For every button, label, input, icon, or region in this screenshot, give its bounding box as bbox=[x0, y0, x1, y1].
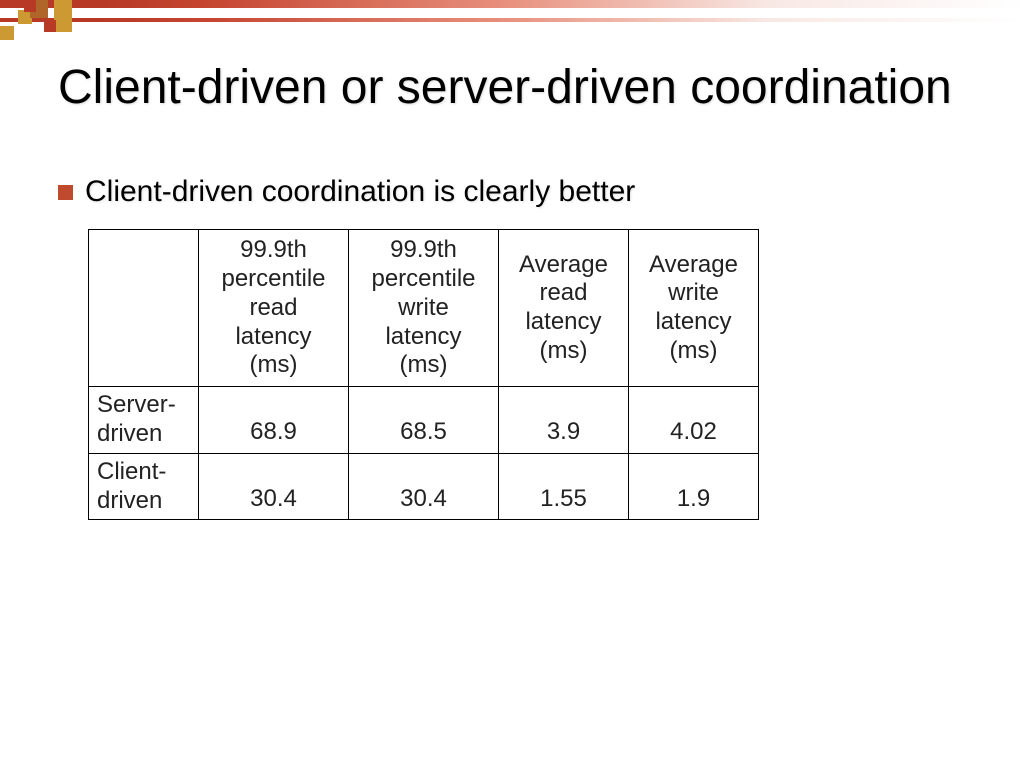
slide-title: Client-driven or server-driven coordinat… bbox=[58, 60, 984, 115]
slide-content: Client-driven or server-driven coordinat… bbox=[58, 60, 984, 520]
table-header-cell: 99.9th percentile read latency (ms) bbox=[199, 230, 349, 387]
table-cell: 30.4 bbox=[199, 453, 349, 520]
bullet-item: Client-driven coordination is clearly be… bbox=[58, 175, 984, 209]
latency-table: 99.9th percentile read latency (ms) 99.9… bbox=[88, 229, 759, 520]
bullet-text: Client-driven coordination is clearly be… bbox=[85, 175, 635, 209]
table-header-cell bbox=[89, 230, 199, 387]
square-icon bbox=[54, 0, 72, 32]
decorative-squares bbox=[0, 0, 90, 45]
table-cell: 1.9 bbox=[629, 453, 759, 520]
latency-table-wrap: 99.9th percentile read latency (ms) 99.9… bbox=[88, 229, 984, 520]
table-header-row: 99.9th percentile read latency (ms) 99.9… bbox=[89, 230, 759, 387]
table-header-cell: Average read latency (ms) bbox=[499, 230, 629, 387]
table-cell: 68.5 bbox=[349, 387, 499, 454]
bullet-square-icon bbox=[58, 185, 73, 200]
table-cell: 1.55 bbox=[499, 453, 629, 520]
square-icon bbox=[24, 0, 36, 12]
table-row: Client-driven 30.4 30.4 1.55 1.9 bbox=[89, 453, 759, 520]
table-cell: 4.02 bbox=[629, 387, 759, 454]
table-cell: 3.9 bbox=[499, 387, 629, 454]
table-row: Server-driven 68.9 68.5 3.9 4.02 bbox=[89, 387, 759, 454]
table-row-label: Client-driven bbox=[89, 453, 199, 520]
square-icon bbox=[0, 26, 14, 40]
table-header-cell: Average write latency (ms) bbox=[629, 230, 759, 387]
square-icon bbox=[44, 20, 56, 32]
slide-top-border-inner bbox=[0, 8, 1024, 18]
table-cell: 68.9 bbox=[199, 387, 349, 454]
table-row-label: Server-driven bbox=[89, 387, 199, 454]
slide-top-border bbox=[0, 0, 1024, 22]
table-header-cell: 99.9th percentile write latency (ms) bbox=[349, 230, 499, 387]
table-cell: 30.4 bbox=[349, 453, 499, 520]
